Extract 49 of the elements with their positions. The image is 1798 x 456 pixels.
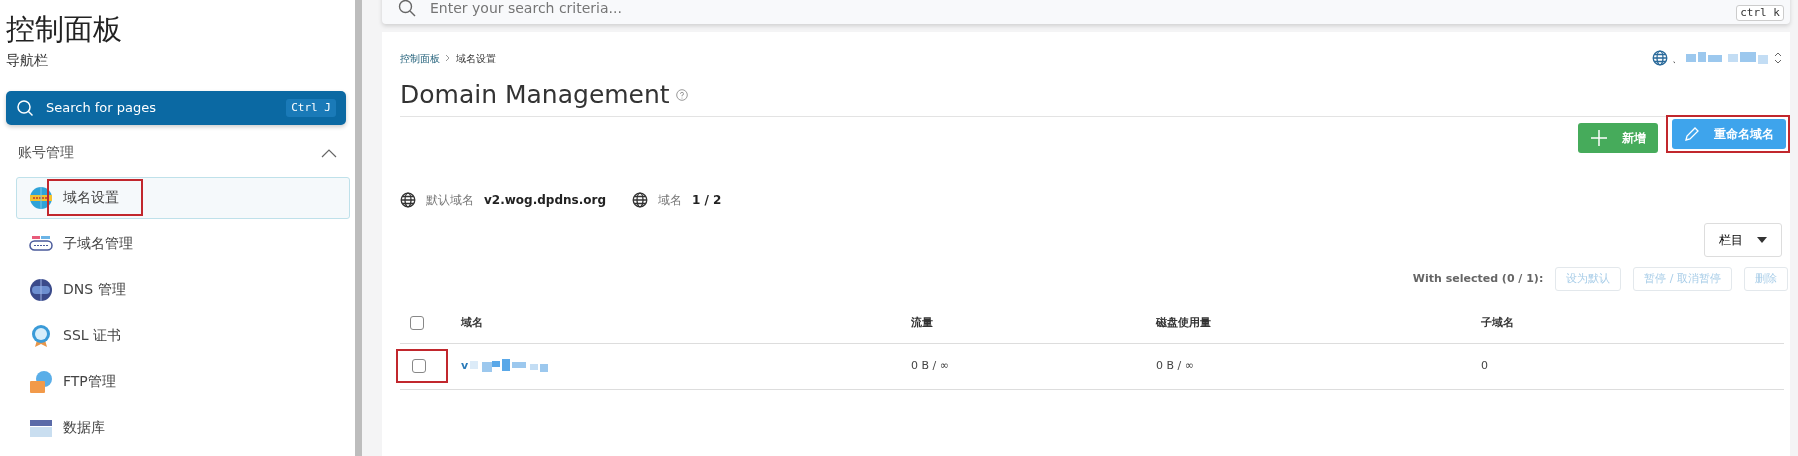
columns-dropdown[interactable]: 栏目 [1704,223,1782,257]
page-title: Domain Management [400,80,670,110]
page-search-button[interactable]: Search for pages Ctrl J [6,90,346,125]
separator-text: 、 [1672,51,1682,66]
column-header: 子域名 [1481,315,1514,329]
caret-down-icon [1757,237,1767,243]
selection-count: With selected (0 / 1): [1412,270,1544,287]
traffic-cell: 0 B / ∞ [911,358,949,372]
help-icon [675,89,688,101]
search-icon [16,98,34,117]
shortcut-key: ctrl k [1736,5,1784,21]
column-header: 流量 [911,315,933,329]
sidebar-item[interactable]: 域名设置 [16,176,350,219]
dns-globe-icon [29,277,53,302]
subdomain-count-cell: 0 [1481,358,1488,372]
disk-usage-cell: 0 B / ∞ [1156,358,1194,372]
search-icon [398,0,416,17]
folder-icon [29,369,53,394]
section-header[interactable]: 账号管理 [6,140,349,165]
globe-icon [1652,50,1668,66]
item-label: 域名设置 [63,188,119,208]
breadcrumb-current: 域名设置 [456,51,496,66]
section-label: 账号管理 [18,143,74,163]
sidebar-item[interactable]: FTP管理 [16,360,350,403]
globe-icon [632,192,648,208]
checkbox[interactable] [410,315,424,330]
breadcrumb-link[interactable]: 控制面板 [400,50,440,66]
panel-title: 控制面板 [6,14,123,46]
sidebar-item[interactable]: DNS 管理 [16,268,350,311]
chevron-right-icon [445,54,451,62]
column-header: 域名 [461,315,483,329]
pencil-icon [1684,126,1700,142]
checkbox[interactable] [412,359,426,373]
info-value: 1 / 2 [692,192,722,209]
column-header: 磁盘使用量 [1156,315,1211,329]
info-label: 域名 [658,192,682,209]
sidebar-item[interactable]: SSL 证书 [16,314,350,357]
sidebar-subtitle: 导航栏 [6,50,49,70]
shortcut-key: Ctrl J [286,98,336,118]
globe-icon [400,192,416,208]
sidebar-item[interactable]: 数据库 [16,406,350,449]
info-value: v2.wog.dpdns.org [484,192,606,209]
domain-link[interactable]: v [461,357,469,375]
sort-arrows-icon [1774,52,1782,64]
globe-icon [29,185,53,210]
ssl-badge-icon [29,323,53,348]
plus-icon [1590,129,1608,147]
info-label: 默认域名 [426,192,474,209]
sidebar-item[interactable]: 子域名管理 [16,222,350,265]
